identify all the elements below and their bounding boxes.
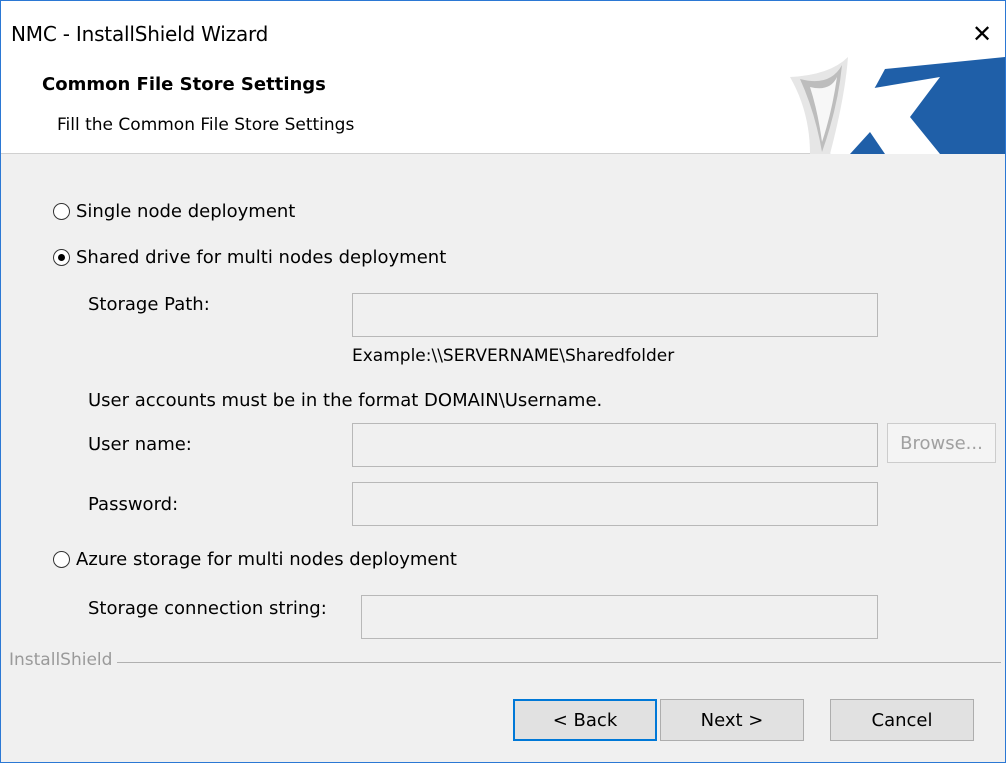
cancel-button[interactable]: Cancel [830,699,974,741]
shared-drive-radio[interactable] [53,249,70,266]
accounts-format-note: User accounts must be in the format DOMA… [88,390,603,411]
page-title: Common File Store Settings [42,74,326,95]
storage-path-input[interactable] [352,293,878,337]
browse-button[interactable]: Browse... [887,423,996,463]
single-node-option[interactable]: Single node deployment [53,201,295,222]
connection-string-input[interactable] [361,595,878,639]
shared-drive-label: Shared drive for multi nodes deployment [76,247,447,268]
close-icon: ✕ [971,20,993,48]
installshield-logo-icon [790,57,1005,154]
azure-storage-label: Azure storage for multi nodes deployment [76,549,457,570]
single-node-radio[interactable] [53,203,70,220]
back-button[interactable]: < Back [513,699,657,741]
wizard-header: Common File Store Settings Fill the Comm… [1,57,1005,154]
installer-window: NMC - InstallShield Wizard ✕ Common File… [0,0,1006,763]
shared-drive-option[interactable]: Shared drive for multi nodes deployment [53,247,446,268]
password-input[interactable] [352,482,878,526]
close-button[interactable]: ✕ [959,10,1005,58]
single-node-label: Single node deployment [76,201,296,222]
username-label: User name: [88,434,192,455]
window-title: NMC - InstallShield Wizard [11,22,269,46]
storage-path-example: Example:\\SERVERNAME\Sharedfolder [352,346,675,366]
installshield-brand-label: InstallShield [9,650,113,670]
username-input[interactable] [352,423,878,467]
page-subtitle: Fill the Common File Store Settings [57,115,355,135]
footer-divider [117,662,1001,663]
azure-storage-option[interactable]: Azure storage for multi nodes deployment [53,549,457,570]
connection-string-label: Storage connection string: [88,598,327,619]
next-button[interactable]: Next > [660,699,804,741]
azure-storage-radio[interactable] [53,551,70,568]
storage-path-label: Storage Path: [88,294,210,315]
settings-panel: Single node deployment Shared drive for … [1,154,1005,762]
password-label: Password: [88,494,179,515]
